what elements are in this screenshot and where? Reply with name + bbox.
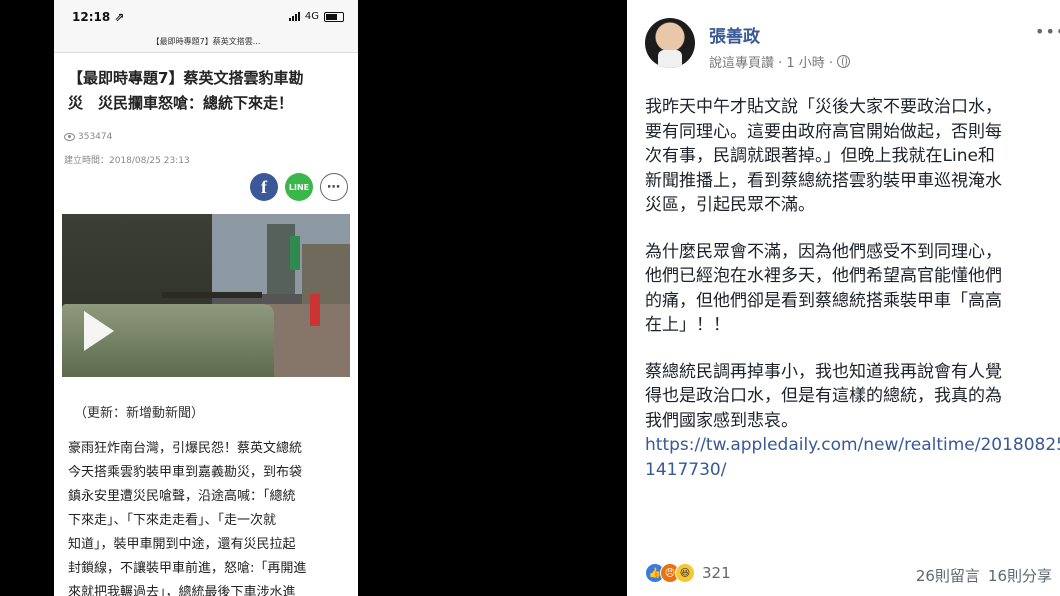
battery-icon xyxy=(324,11,344,22)
reaction-summary[interactable]: 👍 😠 😆 321 xyxy=(645,563,731,583)
article-title-line: 【最即時專題7】蔡英文搭雲豹車勘 xyxy=(68,69,304,87)
article-body-line: 來就把我輾過去」，總統最後下車涉水進 xyxy=(68,585,296,596)
phone-screenshot: 12:18 ⇗ 4G 【最即時專題7】蔡英文搭雲... 【最即時專題7】蔡英文搭… xyxy=(54,0,358,596)
article-title: 【最即時專題7】蔡英文搭雲豹車勘 災 災民攔車怒嗆：總統下來走！ xyxy=(68,66,350,116)
created-time: 建立時間：2018/08/25 23:13 xyxy=(64,156,190,166)
update-note: （更新：新增動新聞） xyxy=(74,406,205,421)
post-link[interactable]: 1417730/ xyxy=(645,458,1055,483)
play-icon[interactable] xyxy=(84,311,114,351)
browser-title-bar[interactable]: 【最即時專題7】蔡英文搭雲... xyxy=(54,34,358,53)
article-body-line: 知道」，裝甲車開到中途，還有災民拉起 xyxy=(68,537,296,552)
author-name[interactable]: 張善政 xyxy=(709,22,760,47)
post-line: 要有同理心。這要由政府高官開始做起，否則每 xyxy=(645,121,1002,142)
post-line: 我昨天中午才貼文說「災後大家不要政治口水， xyxy=(645,97,1002,117)
post-link[interactable]: https://tw.appledaily.com/new/realtime/2… xyxy=(645,433,1060,458)
more-options-icon[interactable]: ••• xyxy=(1035,22,1060,41)
status-indicators: 4G xyxy=(288,11,344,22)
post-line: 得也是政治口水，但是有這樣的總統，我真的為 xyxy=(645,386,1002,406)
network-label: 4G xyxy=(304,11,319,22)
post-line: 我們國家感到悲哀。 xyxy=(645,410,798,431)
more-share-button[interactable]: ⋯ xyxy=(320,173,348,201)
post-line: 在上」！！ xyxy=(645,315,730,335)
line-share-button[interactable]: LINE xyxy=(285,173,313,201)
post-line: 他們已經泡在水裡多天，他們希望高官能懂他們 xyxy=(645,266,1002,286)
signal-icon xyxy=(288,12,300,21)
status-time: 12:18 ⇗ xyxy=(72,10,125,24)
facebook-share-button[interactable]: f xyxy=(250,173,278,201)
post-meta-text: 說這專頁讚 · 1 小時 · xyxy=(709,56,834,71)
shares-count[interactable]: 16則分享 xyxy=(988,565,1052,586)
article-body: 豪雨狂炸南台灣，引爆民怨！蔡英文總統 今天搭乘雲豹裝甲車到嘉義勘災，到布袋 鎮永… xyxy=(68,437,348,596)
article-body-line: 下來走」、「下來走走看」、「走一次就 xyxy=(68,513,277,528)
article-body-line: 封鎖線，不讓裝甲車前進，怒嗆:「再開進 xyxy=(68,561,307,576)
comments-count[interactable]: 26則留言 xyxy=(916,565,980,586)
post-line: 蔡總統民調再掉事小，我也知道我再說會有人覺 xyxy=(645,361,1002,382)
eye-icon xyxy=(64,133,75,141)
article-body-line: 鎮永安里遭災民嗆聲，沿途高喊：「總統 xyxy=(68,489,296,504)
view-count-value: 353474 xyxy=(78,132,113,142)
haha-reaction-icon: 😆 xyxy=(675,563,695,583)
article-body-line: 豪雨狂炸南台灣，引爆民怨！蔡英文總統 xyxy=(68,441,303,456)
reaction-count: 321 xyxy=(702,564,731,582)
status-bar: 12:18 ⇗ 4G xyxy=(54,0,358,34)
view-count: 353474 xyxy=(64,132,112,142)
post-line: 災區，引起民眾不滿。 xyxy=(645,195,815,215)
facebook-post: 張善政 說這專頁讚 · 1 小時 · ••• 我昨天中午才貼文說「災後大家不要政… xyxy=(627,0,1060,596)
post-line: 的痛，但他們卻是看到蔡總統搭乘裝甲車「高高 xyxy=(645,290,1002,311)
globe-icon xyxy=(837,55,851,68)
video-player[interactable] xyxy=(62,214,350,377)
post-line: 次有事，民調就跟著掉。」但晚上我就在Line和 xyxy=(645,146,995,166)
engagement-counts: 26則留言 16則分享 xyxy=(916,565,1052,586)
article-body-line: 今天搭乘雲豹裝甲車到嘉義勘災，到布袋 xyxy=(68,465,303,480)
post-meta: 說這專頁讚 · 1 小時 · xyxy=(709,52,851,71)
post-line: 為什麼民眾會不滿，因為他們感受不到同理心， xyxy=(645,241,1002,262)
article-title-line: 災 災民攔車怒嗆：總統下來走！ xyxy=(68,94,294,112)
post-text: 我昨天中午才貼文說「災後大家不要政治口水， 要有同理心。這要由政府高官開始做起，… xyxy=(645,95,1060,483)
avatar[interactable] xyxy=(645,18,695,68)
post-line: 新聞推播上，看到蔡總統搭雲豹裝甲車巡視淹水 xyxy=(645,170,1002,191)
